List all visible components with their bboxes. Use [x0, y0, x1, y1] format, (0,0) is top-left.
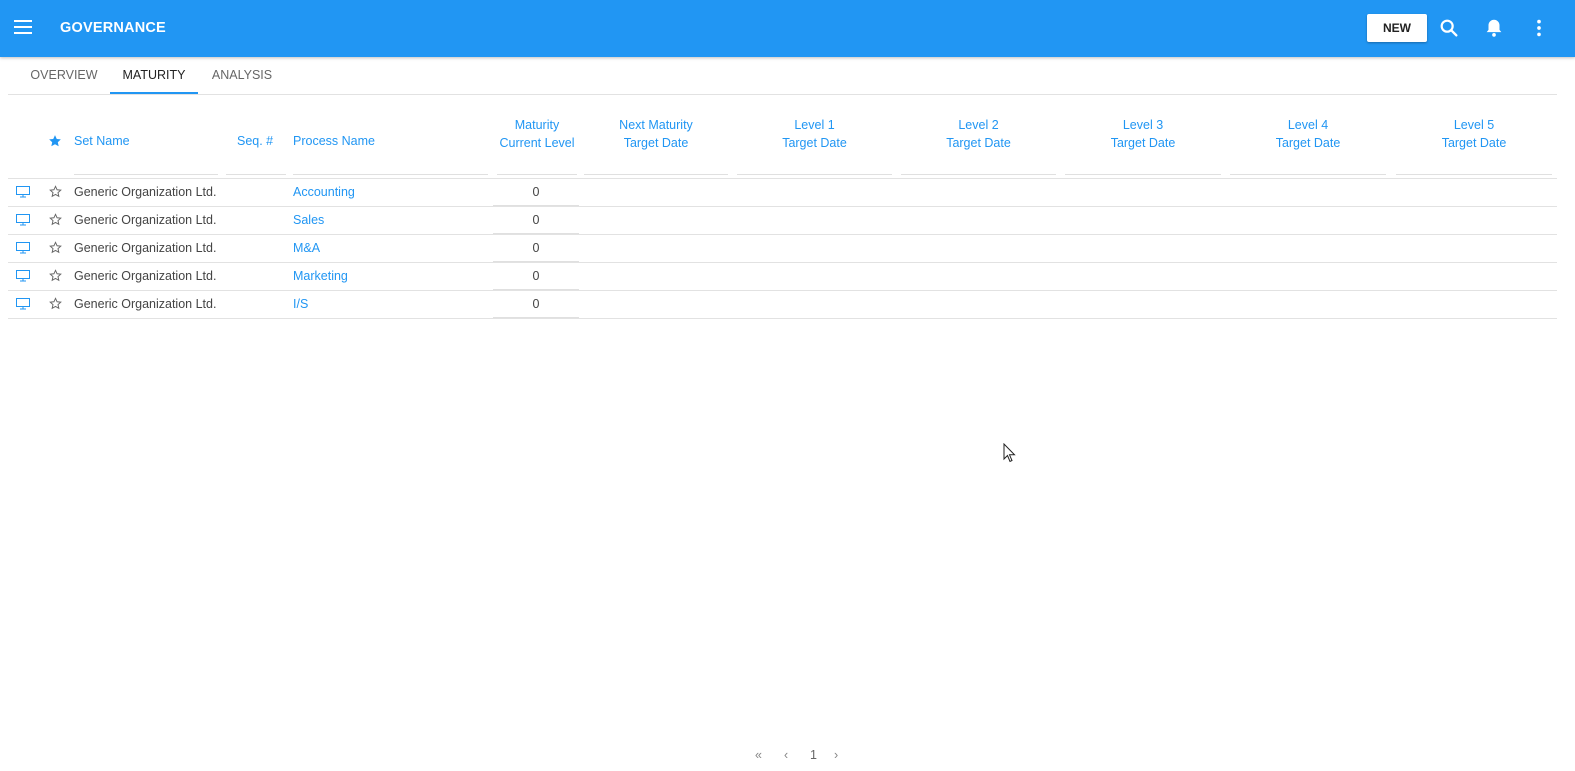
monitor-icon[interactable]: [16, 242, 30, 254]
tab-overview[interactable]: OVERVIEW: [24, 57, 104, 94]
table-row[interactable]: Generic Organization Ltd. I/S 0: [8, 291, 1557, 319]
table-row[interactable]: Generic Organization Ltd. Marketing 0: [8, 263, 1557, 291]
seq-filter[interactable]: [226, 173, 286, 175]
current-level-cell: 0: [493, 291, 579, 318]
star-outline-icon[interactable]: [49, 185, 62, 198]
set-name-cell: Generic Organization Ltd.: [74, 213, 217, 227]
pagination: « ‹ 1 ›: [752, 748, 852, 764]
mouse-cursor-icon: [1003, 443, 1016, 463]
level-4-filter[interactable]: [1230, 173, 1386, 175]
search-icon[interactable]: [1438, 17, 1460, 39]
column-header-seq[interactable]: Seq. #: [226, 96, 286, 179]
column-header-process-name[interactable]: Process Name: [293, 96, 488, 179]
app-bar: GOVERNANCE NEW: [0, 0, 1575, 57]
bell-icon[interactable]: [1483, 17, 1505, 39]
column-header-next-maturity-target-date[interactable]: Next Maturity Target Date: [584, 96, 728, 179]
current-level-cell: 0: [493, 207, 579, 234]
app-title: GOVERNANCE: [60, 20, 166, 36]
column-header-level-3-target-date[interactable]: Level 3 Target Date: [1065, 96, 1221, 179]
next-page-button[interactable]: ›: [834, 748, 838, 762]
tab-bar: OVERVIEW MATURITY ANALYSIS: [8, 57, 1557, 95]
table-row[interactable]: Generic Organization Ltd. Accounting 0: [8, 179, 1557, 207]
column-header-level-1-target-date[interactable]: Level 1 Target Date: [737, 96, 892, 179]
star-outline-icon[interactable]: [49, 297, 62, 310]
star-outline-icon[interactable]: [49, 269, 62, 282]
more-vert-icon[interactable]: [1528, 17, 1550, 39]
tab-maturity[interactable]: MATURITY: [110, 57, 198, 94]
level-5-filter[interactable]: [1396, 173, 1552, 175]
table-row[interactable]: Generic Organization Ltd. Sales 0: [8, 207, 1557, 235]
set-name-cell: Generic Organization Ltd.: [74, 241, 217, 255]
current-level-cell: 0: [493, 179, 579, 206]
level-2-filter[interactable]: [901, 173, 1056, 175]
star-outline-icon[interactable]: [49, 241, 62, 254]
process-name-link[interactable]: Accounting: [293, 179, 355, 206]
current-level-cell: 0: [493, 263, 579, 290]
maturity-filter[interactable]: [497, 173, 577, 175]
new-button[interactable]: NEW: [1367, 14, 1427, 42]
table-header: Set Name Seq. # Process Name Maturity Cur…: [8, 96, 1557, 179]
column-header-maturity-current-level[interactable]: Maturity Current Level: [497, 96, 577, 179]
first-page-button[interactable]: «: [755, 748, 762, 762]
set-name-cell: Generic Organization Ltd.: [74, 185, 217, 199]
monitor-icon[interactable]: [16, 298, 30, 310]
process-name-link[interactable]: M&A: [293, 235, 320, 262]
favorite-filter-star-icon[interactable]: [48, 134, 62, 148]
menu-icon[interactable]: [14, 20, 32, 34]
tab-analysis[interactable]: ANALYSIS: [204, 57, 280, 94]
current-page-number[interactable]: 1: [810, 748, 817, 762]
prev-page-button[interactable]: ‹: [784, 748, 788, 762]
process-name-link[interactable]: Marketing: [293, 263, 348, 290]
column-header-level-5-target-date[interactable]: Level 5 Target Date: [1396, 96, 1552, 179]
process-name-filter[interactable]: [293, 173, 488, 175]
monitor-icon[interactable]: [16, 214, 30, 226]
column-header-set-name[interactable]: Set Name: [74, 96, 218, 179]
column-header-level-2-target-date[interactable]: Level 2 Target Date: [901, 96, 1056, 179]
current-level-cell: 0: [493, 235, 579, 262]
star-outline-icon[interactable]: [49, 213, 62, 226]
maturity-table: Set Name Seq. # Process Name Maturity Cur…: [8, 96, 1557, 319]
process-name-link[interactable]: I/S: [293, 291, 308, 318]
set-name-filter[interactable]: [74, 173, 218, 175]
level-1-filter[interactable]: [737, 173, 892, 175]
table-row[interactable]: Generic Organization Ltd. M&A 0: [8, 235, 1557, 263]
process-name-link[interactable]: Sales: [293, 207, 324, 234]
column-header-level-4-target-date[interactable]: Level 4 Target Date: [1230, 96, 1386, 179]
monitor-icon[interactable]: [16, 186, 30, 198]
monitor-icon[interactable]: [16, 270, 30, 282]
level-3-filter[interactable]: [1065, 173, 1221, 175]
set-name-cell: Generic Organization Ltd.: [74, 269, 217, 283]
set-name-cell: Generic Organization Ltd.: [74, 297, 217, 311]
next-maturity-filter[interactable]: [584, 173, 728, 175]
